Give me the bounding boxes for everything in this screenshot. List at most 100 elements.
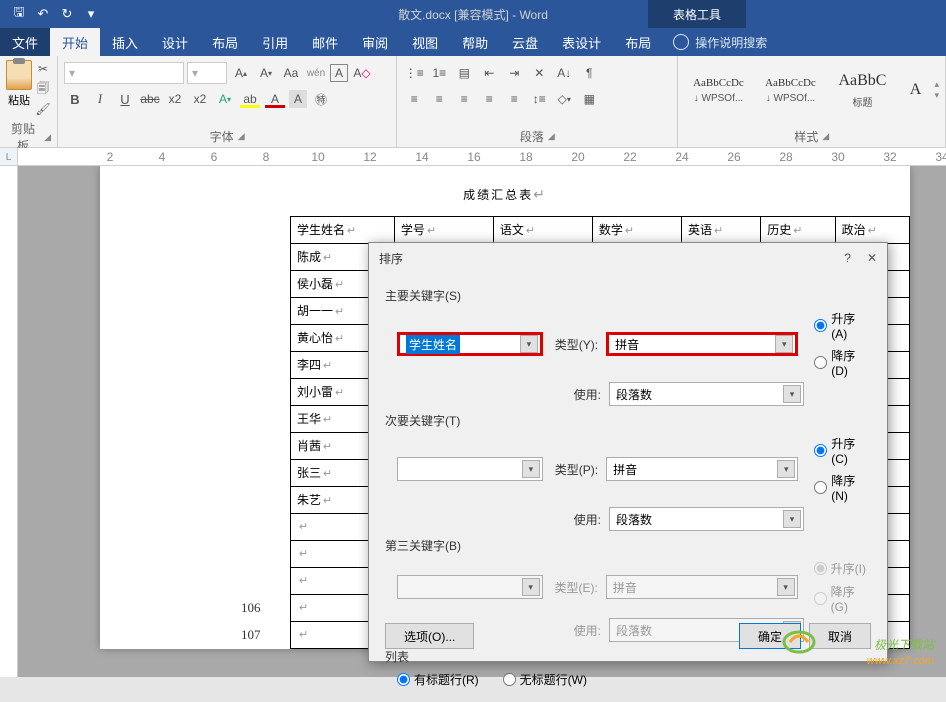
ribbon: 粘贴 ✂ 🗐 🖌 剪贴板◢ ▾ ▾ A▴ A▾ Aa wén A A◇ B [0, 56, 946, 148]
asian-layout-button[interactable]: ✕ [528, 62, 550, 84]
tab-table-layout[interactable]: 布局 [613, 28, 663, 56]
distribute-button[interactable]: ≡ [503, 88, 525, 110]
dialog-titlebar[interactable]: 排序 ? ✕ [369, 243, 887, 273]
type-label: 类型(E): [551, 579, 598, 596]
primary-desc-radio[interactable]: 降序(D) [814, 347, 871, 378]
align-center-button[interactable]: ≡ [428, 88, 450, 110]
style-item-3[interactable]: AaBbC 标题 [828, 60, 896, 120]
tab-file[interactable]: 文件 [0, 28, 50, 56]
secondary-type-combo[interactable]: 拼音▾ [606, 457, 798, 481]
numbering-button[interactable]: 1≡ [428, 62, 450, 84]
char-shading-button[interactable]: A [289, 90, 307, 108]
undo-icon[interactable]: ↶ [32, 3, 54, 25]
help-icon[interactable]: ? [844, 251, 851, 265]
redo-icon[interactable]: ↻ [56, 3, 78, 25]
table-header-row[interactable]: 学生姓名↵ 学号↵ 语文↵ 数学↵ 英语↵ 历史↵ 政治↵ [291, 217, 910, 244]
justify-button[interactable]: ≡ [478, 88, 500, 110]
tab-review[interactable]: 审阅 [350, 28, 400, 56]
tab-layout[interactable]: 布局 [200, 28, 250, 56]
ruler-numbers: 2468101214161820222426283032343638 [100, 148, 946, 166]
has-header-radio[interactable]: 有标题行(R) [397, 671, 479, 688]
dialog-launcher-icon[interactable]: ◢ [822, 131, 829, 142]
decrease-indent-button[interactable]: ⇤ [478, 62, 500, 84]
sort-button[interactable]: A↓ [553, 62, 575, 84]
align-left-button[interactable]: ≡ [403, 88, 425, 110]
style-item-4[interactable]: A [900, 60, 930, 120]
strikethrough-button[interactable]: abc [139, 88, 161, 110]
secondary-field-combo[interactable]: ▾ [397, 457, 543, 481]
options-button[interactable]: 选项(O)... [385, 623, 474, 649]
tab-insert[interactable]: 插入 [100, 28, 150, 56]
vertical-ruler[interactable] [0, 166, 18, 677]
no-header-radio[interactable]: 无标题行(W) [503, 671, 587, 688]
line-spacing-button[interactable]: ↕≡ [528, 88, 550, 110]
close-icon[interactable]: ✕ [867, 251, 877, 265]
font-size-combo[interactable]: ▾ [187, 62, 227, 84]
tab-mailings[interactable]: 邮件 [300, 28, 350, 56]
highlight-button[interactable]: ab [239, 88, 261, 110]
save-icon[interactable]: 🖫 [8, 3, 30, 25]
quick-access-toolbar: 🖫 ↶ ↻ ▾ [0, 3, 102, 25]
primary-field-combo[interactable]: 学生姓名▾ [397, 332, 543, 356]
secondary-asc-radio[interactable]: 升序(C) [814, 435, 871, 466]
sort-dialog: 排序 ? ✕ 主要关键字(S) 学生姓名▾ 类型(Y): 拼音▾ 升序(A) 降… [368, 242, 888, 662]
horizontal-ruler[interactable]: L 2468101214161820222426283032343638 [0, 148, 946, 166]
cancel-button[interactable]: 取消 [809, 623, 871, 649]
borders-button[interactable]: ▦ [578, 88, 600, 110]
dialog-launcher-icon[interactable]: ◢ [548, 131, 555, 142]
italic-button[interactable]: I [89, 88, 111, 110]
tell-me-search[interactable]: 操作说明搜索 [673, 34, 767, 51]
tertiary-field-combo[interactable]: ▾ [397, 575, 543, 599]
style-item-1[interactable]: AaBbCcDc ↓ WPSOf... [684, 60, 752, 120]
primary-type-combo[interactable]: 拼音▾ [606, 332, 798, 356]
qat-more-icon[interactable]: ▾ [80, 3, 102, 25]
decrease-font-icon[interactable]: A▾ [255, 62, 277, 84]
ruler-corner: L [0, 148, 18, 166]
clear-format-icon[interactable]: A◇ [351, 62, 373, 84]
cut-icon[interactable]: ✂ [34, 60, 52, 78]
tab-home[interactable]: 开始 [50, 28, 100, 56]
secondary-key-label: 次要关键字(T) [385, 412, 871, 429]
font-group-label: 字体 [210, 128, 234, 145]
subscript-button[interactable]: x2 [164, 88, 186, 110]
bullets-button[interactable]: ⋮≡ [403, 62, 425, 84]
dialog-launcher-icon[interactable]: ◢ [44, 132, 51, 143]
secondary-use-combo[interactable]: 段落数▾ [609, 507, 804, 531]
primary-asc-radio[interactable]: 升序(A) [814, 310, 871, 341]
tertiary-asc-radio: 升序(I) [814, 560, 871, 577]
multilevel-button[interactable]: ▤ [453, 62, 475, 84]
tab-view[interactable]: 视图 [400, 28, 450, 56]
type-label: 类型(P): [551, 461, 598, 478]
superscript-button[interactable]: x2 [189, 88, 211, 110]
tab-table-design[interactable]: 表设计 [550, 28, 613, 56]
increase-indent-button[interactable]: ⇥ [503, 62, 525, 84]
tab-design[interactable]: 设计 [150, 28, 200, 56]
paste-button[interactable]: 粘贴 [6, 60, 32, 118]
styles-more-icon[interactable]: ▴▾ [934, 60, 939, 120]
shading-button[interactable]: ◇▾ [553, 88, 575, 110]
primary-use-combo[interactable]: 段落数▾ [609, 382, 804, 406]
format-painter-icon[interactable]: 🖌 [34, 100, 52, 118]
group-paragraph: ⋮≡ 1≡ ▤ ⇤ ⇥ ✕ A↓ ¶ ≡ ≡ ≡ ≡ ≡ ↕≡ ◇▾ ▦ 段落◢ [397, 56, 678, 147]
dialog-launcher-icon[interactable]: ◢ [238, 131, 245, 142]
bold-button[interactable]: B [64, 88, 86, 110]
copy-icon[interactable]: 🗐 [34, 80, 52, 98]
style-item-2[interactable]: AaBbCcDc ↓ WPSOf... [756, 60, 824, 120]
font-color-button[interactable]: A [264, 88, 286, 110]
underline-button[interactable]: U [114, 88, 136, 110]
tab-help[interactable]: 帮助 [450, 28, 500, 56]
align-right-button[interactable]: ≡ [453, 88, 475, 110]
watermark-brand: 极光下载站 [867, 637, 934, 654]
font-name-combo[interactable]: ▾ [64, 62, 184, 84]
enclose-char-button[interactable]: ㊕ [310, 88, 332, 110]
tab-cloud[interactable]: 云盘 [500, 28, 550, 56]
secondary-desc-radio[interactable]: 降序(N) [814, 472, 871, 503]
char-border-icon[interactable]: A [330, 64, 348, 82]
text-effects-button[interactable]: A▾ [214, 88, 236, 110]
change-case-icon[interactable]: Aa [280, 62, 302, 84]
tell-me-placeholder: 操作说明搜索 [695, 34, 767, 51]
show-marks-button[interactable]: ¶ [578, 62, 600, 84]
phonetic-guide-icon[interactable]: wén [305, 62, 327, 84]
increase-font-icon[interactable]: A▴ [230, 62, 252, 84]
tab-references[interactable]: 引用 [250, 28, 300, 56]
